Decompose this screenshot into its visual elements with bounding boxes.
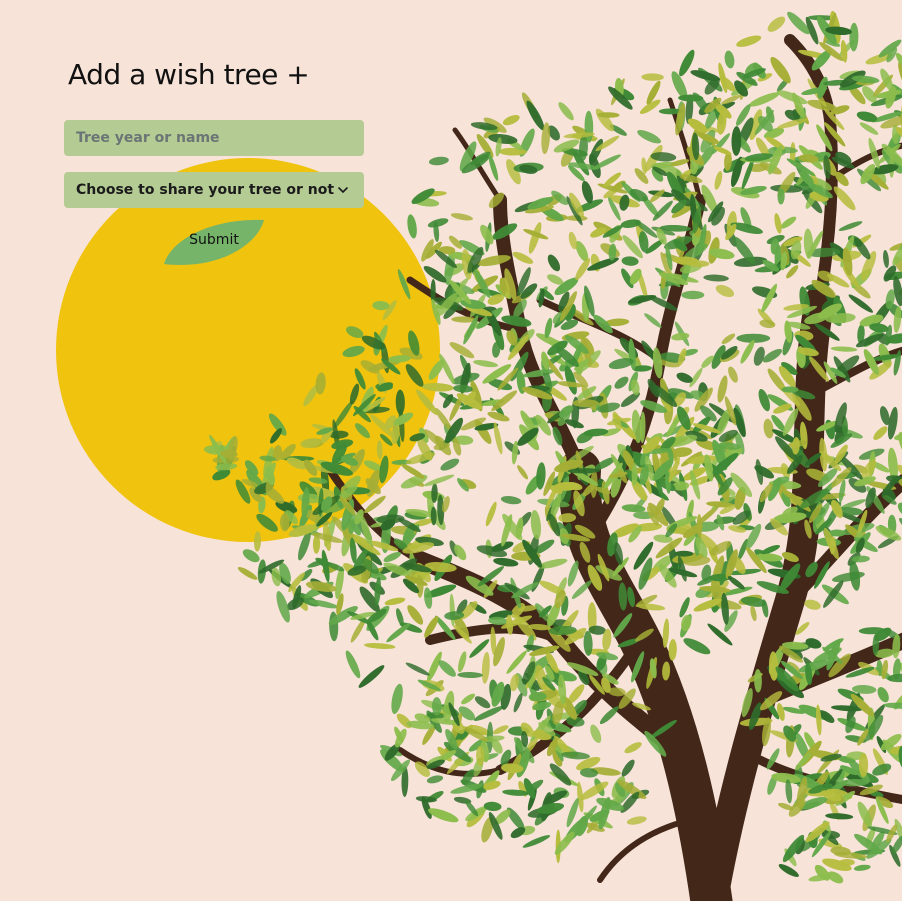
chevron-down-icon [338,187,348,193]
leaf [858,752,869,778]
add-tree-form: Add a wish tree + Choose to share your t… [64,56,364,265]
submit-label: Submit [189,232,239,248]
submit-button[interactable]: Submit [162,218,266,268]
leaf [681,290,705,300]
leaf [674,550,694,557]
app-page: Add a wish tree + Choose to share your t… [0,0,902,901]
share-select-value: Choose to share your tree or not [76,182,335,198]
page-title: Add a wish tree + [68,58,310,91]
leaf [838,859,855,866]
leaf [781,386,799,393]
tree-name-input[interactable] [64,120,364,156]
share-select[interactable]: Choose to share your tree or not [64,172,364,208]
